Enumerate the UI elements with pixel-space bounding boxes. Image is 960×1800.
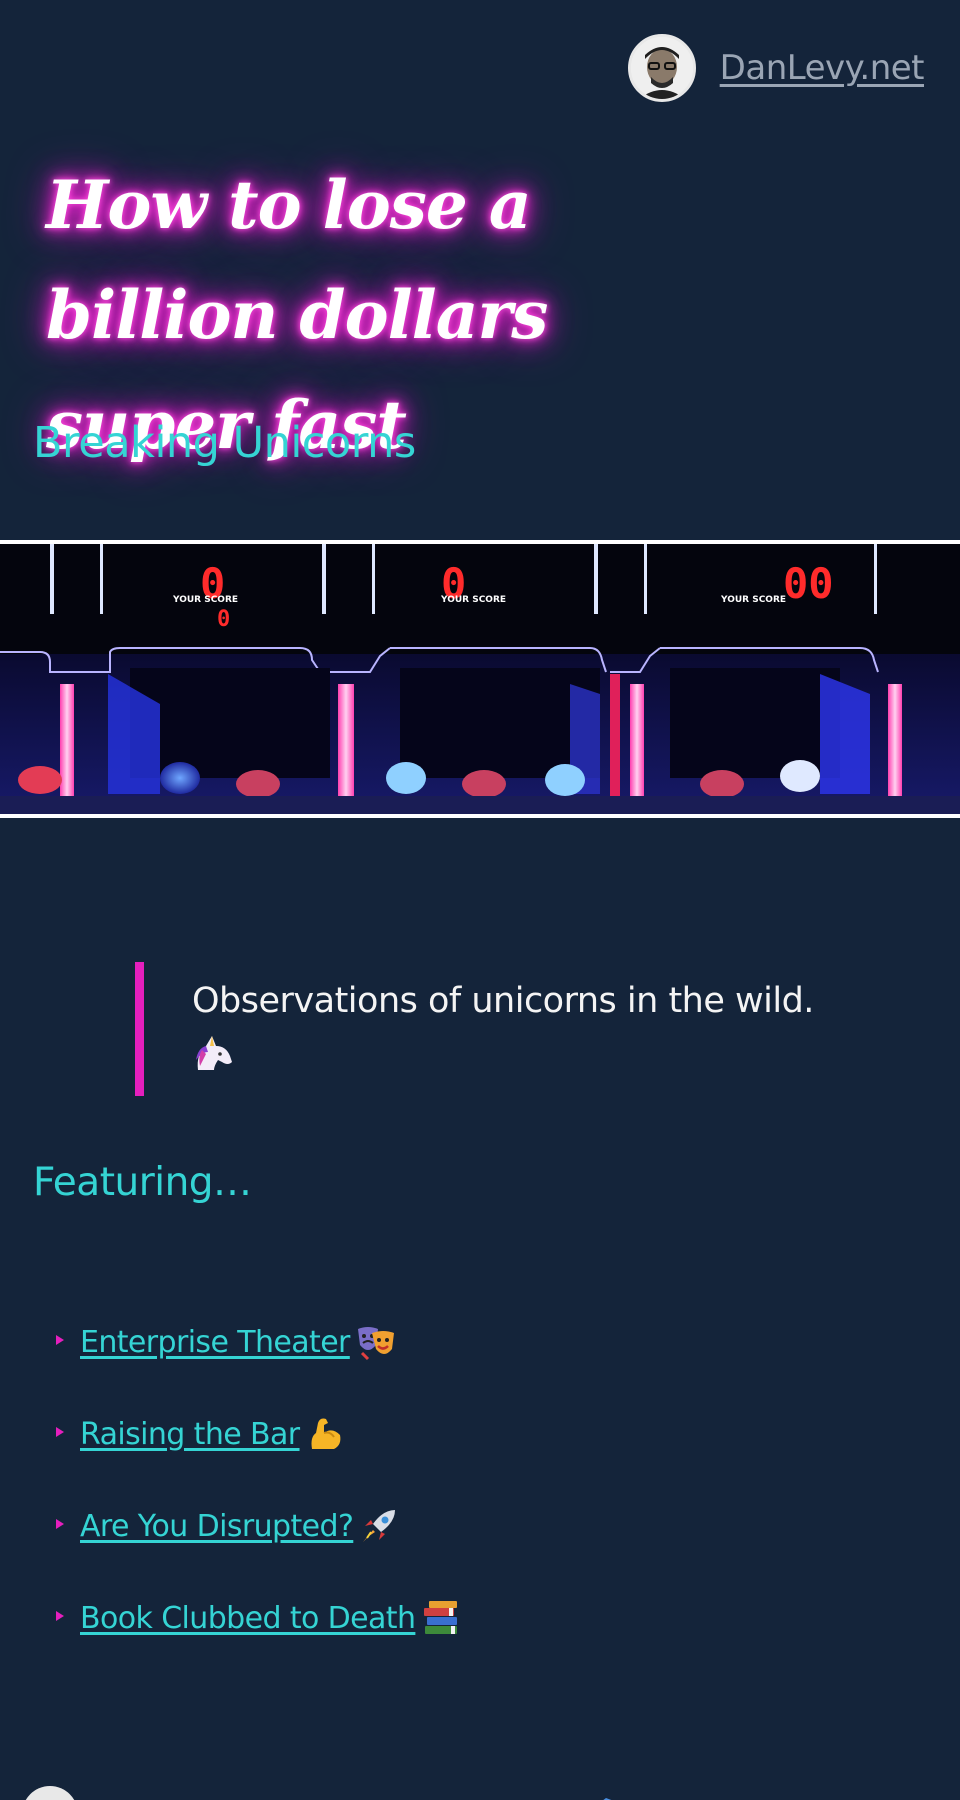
site-header: DanLevy.net [627,34,925,102]
link-book-clubbed-to-death[interactable]: Book Clubbed to Death [80,1600,461,1636]
series-name: Breaking Unicorns [33,418,416,468]
person-avatar-icon[interactable] [627,34,696,102]
quote-text: Observations of unicorns in the wild. [192,981,814,1021]
score-sub-display: 0 [217,607,230,632]
list-item: Book Clubbed to Death [56,1572,461,1664]
unicorn-icon [192,1032,236,1072]
score-label-1: YOUR SCORE [172,595,238,605]
decorative-icon [603,1798,612,1800]
bullet-icon [56,1519,64,1529]
score-display-3: 00 [783,559,834,608]
link-label: Raising the Bar [80,1416,300,1452]
flexed-biceps-icon [311,1418,340,1449]
link-are-you-disrupted[interactable]: Are You Disrupted? [80,1506,399,1546]
link-label: Book Clubbed to Death [80,1600,416,1636]
list-item: Raising the Bar [56,1388,461,1480]
list-item: Are You Disrupted? [56,1480,461,1572]
page: DanLevy.net How to lose a billion dollar… [0,0,960,1800]
featured-articles-list: Enterprise Theater Raising the Bar Are Y… [56,1296,461,1664]
avatar[interactable] [22,1786,78,1800]
score-label-2: YOUR SCORE [440,595,506,605]
books-icon [424,1601,458,1634]
bullet-icon [56,1427,64,1437]
site-home-link[interactable]: DanLevy.net [720,48,925,88]
featuring-heading: Featuring… [33,1160,252,1205]
theater-masks-icon [357,1327,394,1361]
list-item: Enterprise Theater [56,1296,461,1388]
hero-image: 0 0 00 0 YOUR SCORE YOUR SCORE YOUR SCOR… [0,540,960,818]
link-raising-the-bar[interactable]: Raising the Bar [80,1415,344,1453]
link-label: Are You Disrupted? [80,1508,354,1544]
link-label: Enterprise Theater [80,1324,350,1360]
rocket-icon [363,1510,396,1542]
bullet-icon [56,1611,64,1621]
score-label-3: YOUR SCORE [720,595,786,605]
bullet-icon [56,1335,64,1345]
intro-blockquote: Observations of unicorns in the wild. [135,962,895,1096]
link-enterprise-theater[interactable]: Enterprise Theater [80,1323,396,1361]
